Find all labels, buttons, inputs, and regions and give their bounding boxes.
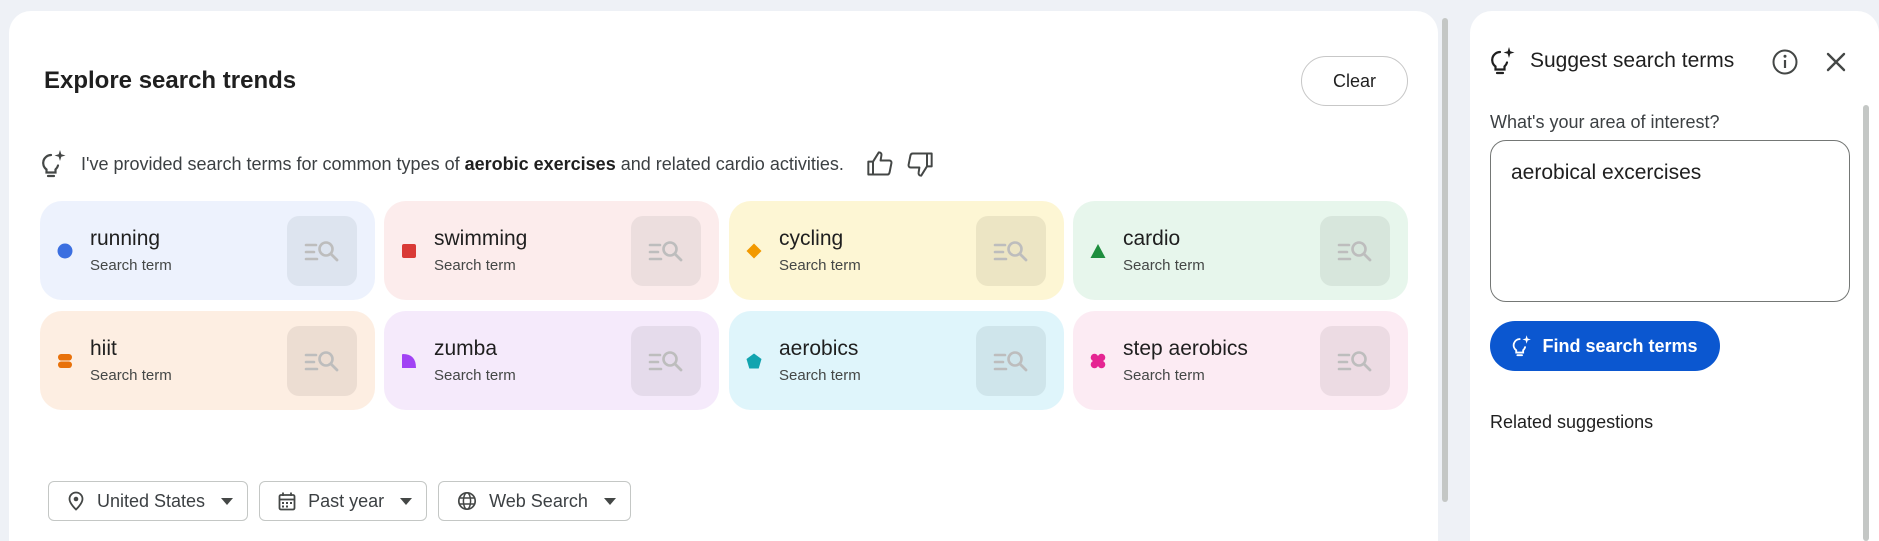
triangle-marker-icon (1090, 244, 1106, 258)
explore-term-button[interactable] (1320, 326, 1390, 396)
search-term-name: cycling (779, 227, 844, 250)
search-term-card-aerobics[interactable]: aerobics Search term (729, 311, 1064, 410)
globe-icon (458, 491, 477, 511)
ai-suggestion-message: I've provided search terms for common ty… (41, 147, 934, 181)
explore-term-button[interactable] (976, 216, 1046, 286)
main-scrollbar-thumb[interactable] (1442, 18, 1448, 502)
ai-message-topic: aerobic exercises (464, 153, 616, 174)
list-search-icon (304, 241, 339, 262)
interest-field-label: What's your area of interest? (1490, 112, 1720, 132)
explore-term-button[interactable] (1320, 216, 1390, 286)
search-term-card-hiit[interactable]: hiit Search term (40, 311, 375, 410)
list-search-icon (304, 351, 339, 372)
search-term-name: hiit (90, 337, 117, 360)
find-search-terms-button[interactable]: Find search terms (1490, 321, 1720, 371)
list-search-icon (1337, 351, 1372, 372)
search-term-name: step aerobics (1123, 337, 1248, 360)
chevron-down-icon (400, 497, 413, 505)
clear-button[interactable]: Clear (1301, 56, 1408, 106)
list-search-icon (648, 241, 683, 262)
list-search-icon (648, 351, 683, 372)
search-term-card-zumba[interactable]: zumba Search term (384, 311, 719, 410)
chevron-down-icon (221, 497, 234, 505)
flower-marker-icon (1090, 353, 1106, 369)
search-term-type: Search term (1123, 367, 1205, 384)
circle-marker-icon (57, 243, 73, 259)
square-marker-icon (402, 244, 416, 258)
suggest-panel-title: Suggest search terms (1530, 49, 1735, 72)
explore-term-button[interactable] (287, 216, 357, 286)
quarter-marker-icon (402, 354, 416, 368)
search-term-name: swimming (434, 227, 528, 250)
page-title: Explore search trends (44, 67, 297, 94)
explore-panel: Explore search trends Clear I've provide… (9, 11, 1438, 541)
list-search-icon (993, 351, 1028, 372)
search-term-name: aerobics (779, 337, 859, 360)
list-search-icon (993, 241, 1028, 262)
search-term-type: Search term (434, 367, 516, 384)
search-term-name: running (90, 227, 161, 250)
ai-message-suffix: and related cardio activities. (615, 153, 844, 174)
search-term-card-cycling[interactable]: cycling Search term (729, 201, 1064, 300)
pentagon-marker-icon (746, 353, 762, 369)
suggest-panel-header: Suggest search terms (1490, 41, 1734, 81)
region-filter[interactable]: United States (48, 481, 249, 521)
explore-term-button[interactable] (287, 326, 357, 396)
ai-message-text: I've provided search terms for common ty… (81, 154, 844, 175)
location-pin-icon (68, 491, 84, 511)
pill-marker-icon (58, 354, 72, 368)
thumbs-down-icon[interactable] (906, 150, 934, 178)
explore-term-button[interactable] (631, 216, 701, 286)
info-icon[interactable] (1771, 48, 1799, 76)
suggest-panel: Suggest search terms What's your area of… (1470, 11, 1879, 541)
list-search-icon (1337, 241, 1372, 262)
ai-spark-icon (1491, 47, 1515, 75)
search-type-filter-label: Web Search (489, 490, 588, 511)
diamond-marker-icon (746, 243, 762, 259)
main-scrollbar[interactable] (1438, 14, 1452, 509)
search-term-card-swimming[interactable]: swimming Search term (384, 201, 719, 300)
search-term-type: Search term (779, 257, 861, 274)
search-term-type: Search term (779, 367, 861, 384)
filter-bar: United States Past year Web Search (48, 481, 642, 521)
explore-term-button[interactable] (976, 326, 1046, 396)
chevron-down-icon (603, 497, 616, 505)
search-term-card-cardio[interactable]: cardio Search term (1073, 201, 1408, 300)
find-search-terms-label: Find search terms (1542, 335, 1698, 356)
search-term-card-step-aerobics[interactable]: step aerobics Search term (1073, 311, 1408, 410)
region-filter-label: United States (97, 490, 206, 511)
calendar-icon (278, 492, 296, 510)
time-range-filter-label: Past year (308, 490, 385, 511)
ai-message-prefix: I've provided search terms for common ty… (81, 153, 465, 174)
interest-input[interactable]: aerobical excercises (1490, 140, 1850, 302)
close-icon[interactable] (1824, 50, 1848, 74)
ai-spark-icon (42, 150, 66, 178)
search-term-type: Search term (90, 257, 172, 274)
search-term-card-running[interactable]: running Search term (40, 201, 375, 300)
search-type-filter[interactable]: Web Search (438, 481, 631, 521)
search-term-name: zumba (434, 337, 498, 360)
search-term-type: Search term (434, 257, 516, 274)
explore-term-button[interactable] (631, 326, 701, 396)
search-term-name: cardio (1123, 227, 1181, 250)
related-suggestions-heading: Related suggestions (1490, 412, 1654, 432)
side-scrollbar[interactable] (1863, 105, 1869, 541)
search-term-type: Search term (90, 367, 172, 384)
time-range-filter[interactable]: Past year (259, 481, 428, 521)
thumbs-up-icon[interactable] (866, 150, 894, 178)
search-term-type: Search term (1123, 257, 1205, 274)
ai-spark-icon (1513, 335, 1532, 357)
